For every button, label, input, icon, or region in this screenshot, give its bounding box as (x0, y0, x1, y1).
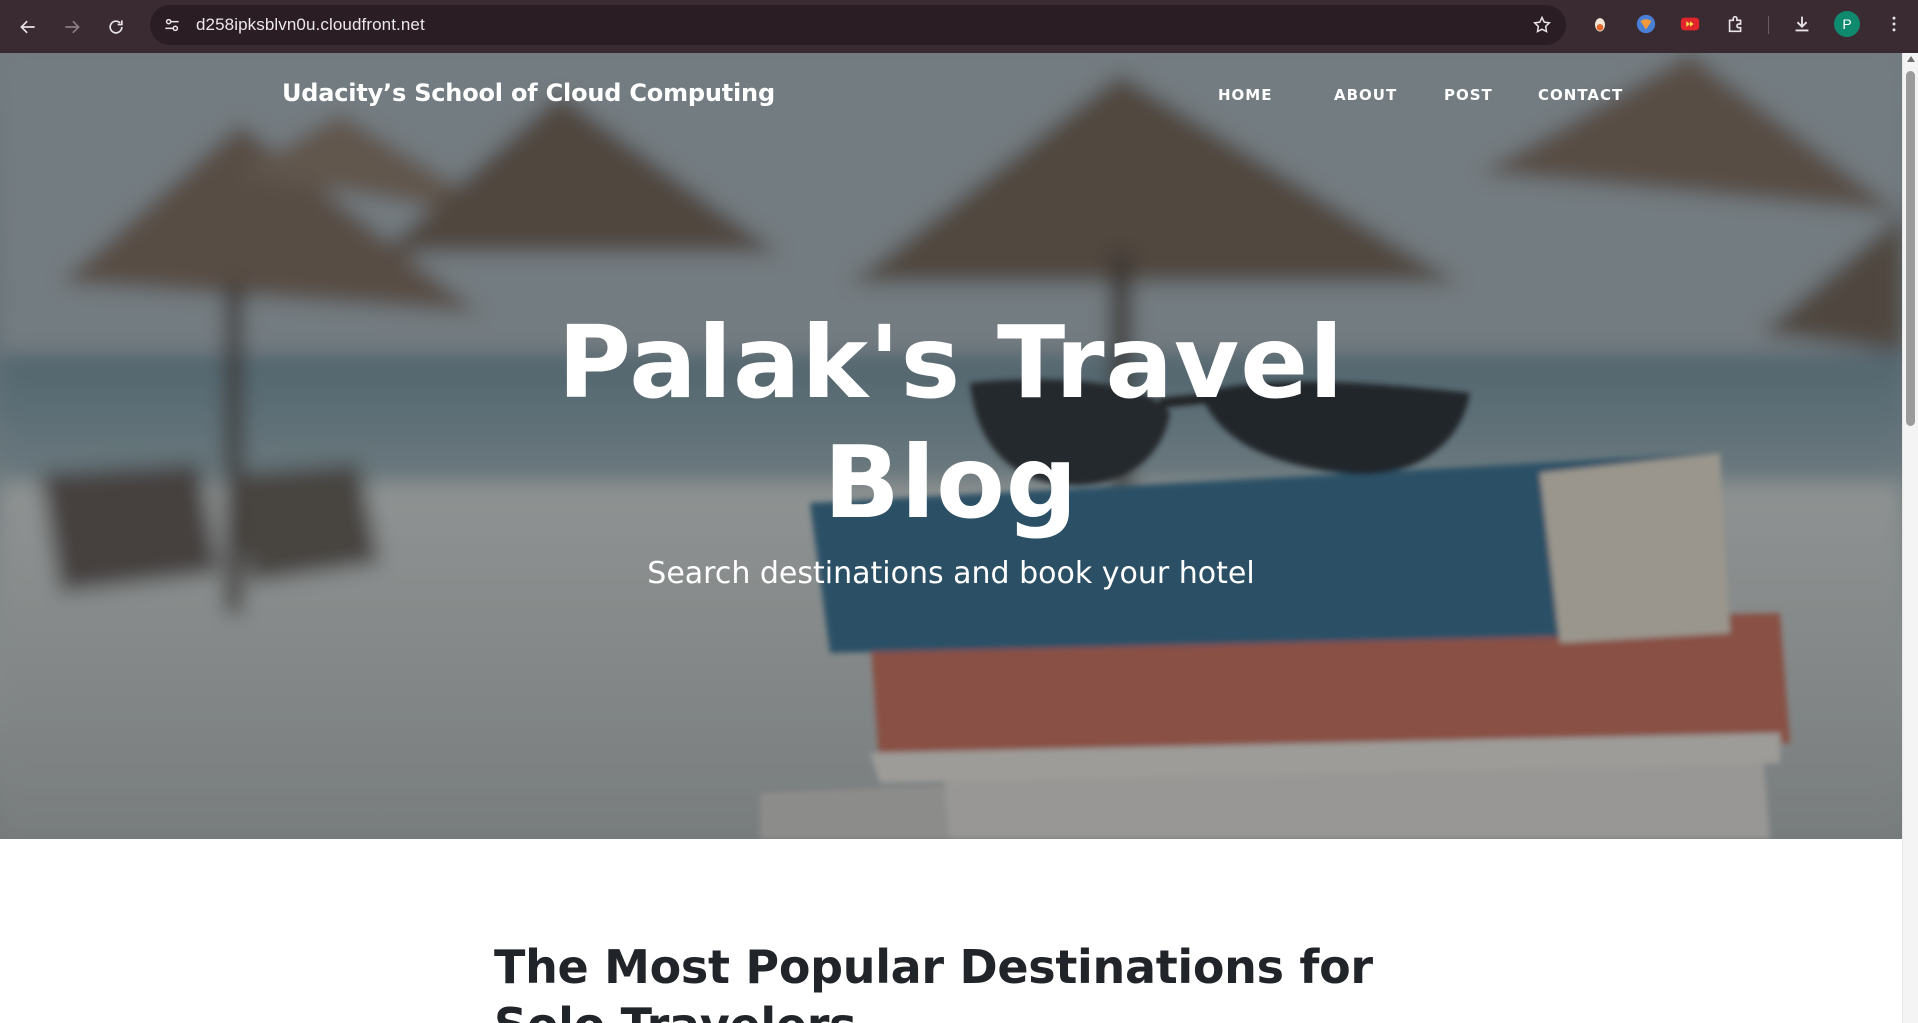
page-scrollbar[interactable] (1902, 53, 1918, 1023)
hero-subtitle: Search destinations and book your hotel (647, 556, 1255, 591)
hero-header: Udacity’s School of Cloud Computing HOME… (0, 53, 1902, 839)
forward-arrow-icon[interactable] (50, 5, 94, 49)
kebab-menu-icon[interactable] (1882, 12, 1906, 36)
browser-toolbar: d258ipksblvn0u.cloudfront.net P (0, 0, 1918, 53)
address-bar[interactable]: d258ipksblvn0u.cloudfront.net (150, 5, 1566, 45)
toolbar-divider (1768, 16, 1769, 34)
site-brand[interactable]: Udacity’s School of Cloud Computing (282, 79, 775, 107)
profile-avatar[interactable]: P (1834, 11, 1860, 37)
scroll-up-arrow-icon[interactable] (1907, 56, 1915, 62)
download-icon[interactable] (1790, 12, 1814, 36)
extension-icon[interactable] (1634, 12, 1658, 36)
nav-menu: HOME ABOUT POST CONTACT (1218, 86, 1628, 104)
nav-item-post[interactable]: POST (1444, 86, 1538, 104)
extension-icon[interactable] (1588, 12, 1612, 36)
scroll-thumb[interactable] (1906, 71, 1915, 426)
nav-item-home[interactable]: HOME (1218, 86, 1334, 104)
nav-item-contact[interactable]: CONTACT (1538, 86, 1628, 104)
page-viewport: Udacity’s School of Cloud Computing HOME… (0, 53, 1902, 1023)
site-navbar: Udacity’s School of Cloud Computing HOME… (0, 53, 1902, 137)
hero-title: Palak's Travel Blog (557, 304, 1345, 541)
post-title[interactable]: The Most Popular Destinations for Solo T… (494, 938, 1454, 1023)
back-arrow-icon[interactable] (6, 5, 50, 49)
star-icon[interactable] (1530, 13, 1554, 37)
url-text[interactable]: d258ipksblvn0u.cloudfront.net (196, 15, 425, 35)
reload-icon[interactable] (94, 5, 138, 49)
extension-icon[interactable] (1678, 12, 1702, 36)
puzzle-icon[interactable] (1724, 12, 1748, 36)
nav-item-about[interactable]: ABOUT (1334, 86, 1444, 104)
site-settings-icon[interactable] (152, 5, 192, 45)
